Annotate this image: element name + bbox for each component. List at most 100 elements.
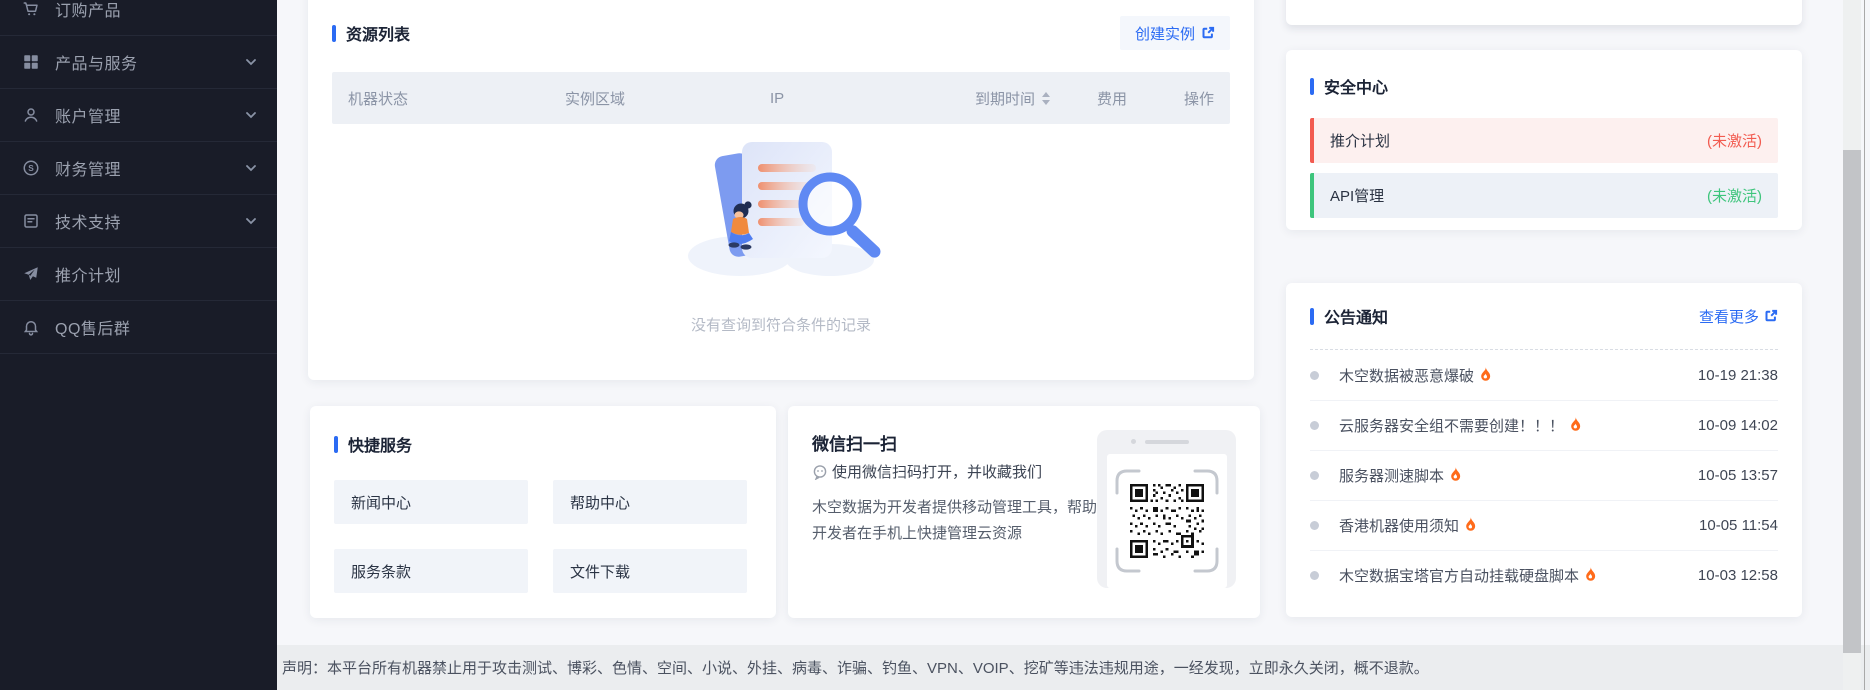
quick-services-card: 快捷服务 新闻中心 帮助中心 服务条款 文件下载: [310, 406, 776, 618]
announcement-title: 服务器测速脚本: [1339, 465, 1444, 486]
sidebar-item-label: QQ售后群: [55, 315, 130, 339]
flame-icon: [1447, 466, 1464, 483]
svg-text:S: S: [28, 164, 34, 173]
quick-services-title-text: 快捷服务: [348, 432, 412, 456]
sidebar-item-support[interactable]: 技术支持: [0, 195, 277, 248]
column-ip: IP: [770, 90, 975, 107]
cart-icon: [22, 0, 40, 18]
announcements-title-text: 公告通知: [1324, 304, 1388, 328]
resource-list-card: 资源列表 创建实例 机器状态 实例区域 IP 到期时间 费用 操作: [308, 0, 1254, 380]
title-accent-bar: [1310, 78, 1314, 95]
announcement-row[interactable]: 云服务器安全组不需要创建！！！ 10-09 14:02: [1310, 400, 1778, 450]
flame-icon: [1567, 416, 1584, 433]
app-root: 订购产品 产品与服务 账户管理: [0, 0, 1870, 690]
announcement-row[interactable]: 香港机器使用须知 10-05 11:54: [1310, 500, 1778, 550]
chevron-down-icon: [245, 215, 257, 227]
title-accent-bar: [1310, 308, 1314, 325]
column-actions: 操作: [1183, 88, 1214, 109]
finance-icon: S: [22, 159, 40, 177]
chevron-down-icon: [245, 162, 257, 174]
announcement-date: 10-05 11:54: [1699, 517, 1778, 534]
column-cost: 费用: [1097, 88, 1183, 109]
sort-caret-icon[interactable]: [1042, 92, 1050, 105]
sidebar-nav: 订购产品 产品与服务 账户管理: [0, 0, 277, 354]
quick-service-help-button[interactable]: 帮助中心: [553, 480, 747, 524]
sidebar-item-products-services[interactable]: 产品与服务: [0, 36, 277, 89]
title-accent-bar: [334, 436, 338, 453]
sidebar-item-label: 技术支持: [55, 209, 121, 233]
main-content: 资源列表 创建实例 机器状态 实例区域 IP 到期时间 费用 操作: [277, 0, 1870, 690]
quick-services-title: 快捷服务: [334, 432, 752, 456]
bullet-dot-icon: [1310, 371, 1319, 380]
wechat-card: 微信扫一扫 使用微信扫码打开，并收藏我们 木空数据为开发者提供移动管理工具，帮助…: [788, 406, 1260, 618]
security-center-card: 安全中心 推介计划 (未激活) API管理 (未激活): [1286, 50, 1802, 230]
security-item-referral[interactable]: 推介计划 (未激活): [1310, 118, 1778, 163]
grid-icon: [22, 53, 40, 71]
chevron-down-icon: [245, 56, 257, 68]
announcement-row[interactable]: 木空数据被恶意爆破 10-19 21:38: [1310, 350, 1778, 400]
chevron-down-icon: [245, 109, 257, 121]
bullet-dot-icon: [1310, 471, 1319, 480]
sidebar-item-label: 财务管理: [55, 156, 121, 180]
announcements-card: 公告通知 查看更多 木空数据被恶意爆破 10-19 21:38 云服务器安全组不…: [1286, 283, 1802, 617]
sidebar-item-account[interactable]: 账户管理: [0, 89, 277, 142]
security-item-api[interactable]: API管理 (未激活): [1310, 173, 1778, 218]
announcement-row[interactable]: 服务器测速脚本 10-05 13:57: [1310, 450, 1778, 500]
scrollbar-thumb[interactable]: [1843, 150, 1861, 653]
bullet-dot-icon: [1310, 571, 1319, 580]
bullet-dot-icon: [1310, 521, 1319, 530]
status-badge: (未激活): [1707, 130, 1762, 151]
sidebar-item-label: 订购产品: [55, 0, 121, 21]
announcement-date: 10-03 12:58: [1698, 567, 1778, 584]
column-expire-time: 到期时间: [975, 88, 1097, 109]
flame-icon: [1462, 516, 1479, 533]
wechat-subtitle: 使用微信扫码打开，并收藏我们: [832, 461, 1042, 482]
partial-card-top: [1286, 0, 1802, 25]
sidebar-item-finance[interactable]: S 财务管理: [0, 142, 277, 195]
resource-list-title-text: 资源列表: [346, 21, 410, 45]
sidebar-item-referral[interactable]: 推介计划: [0, 248, 277, 301]
view-more-label: 查看更多: [1699, 306, 1759, 327]
resource-table-header: 机器状态 实例区域 IP 到期时间 费用 操作: [332, 72, 1230, 124]
qr-viewfinder-brackets: [1115, 469, 1219, 573]
user-icon: [22, 106, 40, 124]
disclaimer-footer: 声明：本平台所有机器禁止用于攻击测试、博彩、色情、空间、小说、外挂、病毒、诈骗、…: [277, 645, 1870, 690]
phone-camera-dot: [1131, 439, 1136, 444]
sidebar-item-qq-group[interactable]: QQ售后群: [0, 301, 277, 354]
disclaimer-text: 声明：本平台所有机器禁止用于攻击测试、博彩、色情、空间、小说、外挂、病毒、诈骗、…: [282, 657, 1429, 678]
sidebar-item-label: 账户管理: [55, 103, 121, 127]
security-item-label: API管理: [1330, 185, 1384, 206]
announcement-date: 10-19 21:38: [1698, 367, 1778, 384]
empty-state-text: 没有查询到符合条件的记录: [691, 314, 871, 335]
flame-icon: [1477, 366, 1494, 383]
view-more-link[interactable]: 查看更多: [1699, 306, 1778, 327]
security-center-title-text: 安全中心: [1324, 74, 1388, 98]
phone-speaker: [1145, 440, 1189, 444]
status-badge: (未激活): [1707, 185, 1762, 206]
announcement-title: 香港机器使用须知: [1339, 515, 1459, 536]
sidebar: 订购产品 产品与服务 账户管理: [0, 0, 277, 690]
quick-service-downloads-button[interactable]: 文件下载: [553, 549, 747, 593]
announcement-date: 10-09 14:02: [1698, 417, 1778, 434]
quick-service-terms-button[interactable]: 服务条款: [334, 549, 528, 593]
announcement-row[interactable]: 木空数据宝塔官方自动挂载硬盘脚本 10-03 12:58: [1310, 550, 1778, 600]
bullet-dot-icon: [1310, 421, 1319, 430]
phone-screen: [1107, 454, 1227, 588]
sidebar-item-label: 推介计划: [55, 262, 121, 286]
column-instance-region: 实例区域: [565, 88, 770, 109]
phone-illustration: [1097, 430, 1236, 588]
quick-service-news-button[interactable]: 新闻中心: [334, 480, 528, 524]
empty-search-illustration: [678, 128, 884, 304]
resource-list-title: 资源列表: [332, 21, 410, 45]
security-center-title: 安全中心: [1310, 74, 1778, 98]
title-accent-bar: [332, 25, 336, 42]
create-instance-button[interactable]: 创建实例: [1120, 16, 1230, 50]
empty-state: 没有查询到符合条件的记录: [332, 128, 1230, 335]
announcement-date: 10-05 13:57: [1698, 467, 1778, 484]
document-icon: [22, 212, 40, 230]
sidebar-item-order-product[interactable]: 订购产品: [0, 0, 277, 36]
scrollbar[interactable]: [1843, 0, 1861, 690]
window-edge-line: [1864, 0, 1865, 690]
sidebar-item-label: 产品与服务: [55, 50, 138, 74]
column-machine-status: 机器状态: [348, 88, 565, 109]
